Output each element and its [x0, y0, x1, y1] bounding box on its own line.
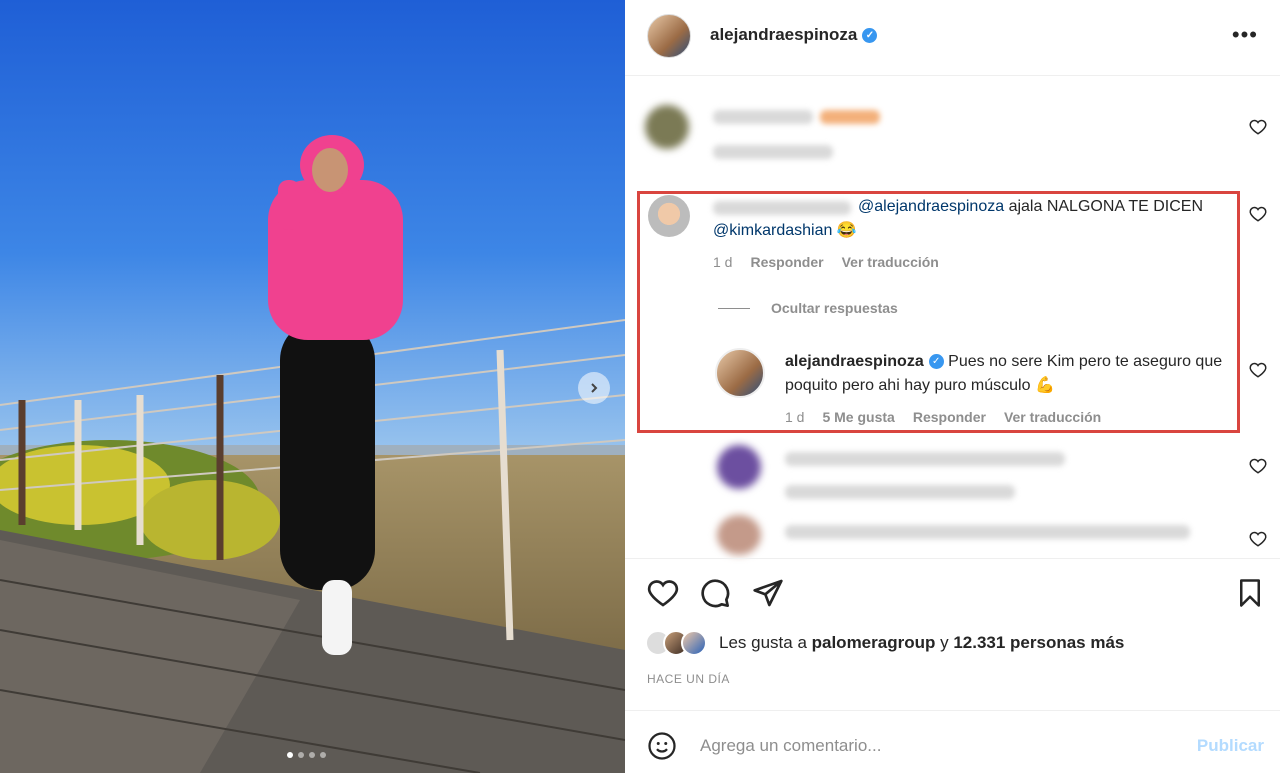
verified-badge-icon: ✓	[862, 28, 878, 44]
post-timestamp[interactable]: HACE UN DÍA	[647, 672, 730, 686]
comment-bubble-icon[interactable]	[699, 577, 731, 609]
like-heart-icon[interactable]	[647, 577, 679, 609]
liker-username[interactable]: palomeragroup	[812, 633, 936, 653]
blurred-comment-text	[713, 110, 813, 124]
blurred-commenter-avatar	[717, 445, 761, 489]
save-bookmark-icon[interactable]	[1235, 577, 1265, 609]
carousel-dot	[309, 752, 315, 758]
carousel-dot	[287, 752, 293, 758]
comment-like-heart-icon[interactable]	[1249, 530, 1267, 548]
comment-input[interactable]: Agrega un comentario...	[700, 736, 881, 756]
publish-button[interactable]: Publicar	[1197, 736, 1264, 756]
blurred-comment-text	[785, 452, 1065, 466]
carousel-indicator	[287, 752, 326, 758]
chevron-right-icon	[591, 383, 598, 393]
blurred-comment-meta	[713, 145, 833, 159]
emoji-smiley-icon[interactable]	[647, 731, 677, 761]
author-username-text[interactable]: alejandraespinoza	[710, 25, 857, 44]
blurred-comment-text	[785, 525, 1190, 539]
liker-avatar	[681, 630, 707, 656]
blurred-comment-meta	[785, 485, 1015, 499]
comment-like-heart-icon[interactable]	[1249, 118, 1267, 136]
add-comment-bar: Agrega un comentario... Publicar	[625, 710, 1280, 774]
blurred-commenter-avatar	[717, 515, 761, 555]
likes-summary[interactable]: Les gusta a palomeragroup y 12.331 perso…	[645, 630, 1124, 656]
comment-like-heart-icon[interactable]	[1249, 457, 1267, 475]
more-options-icon[interactable]: •••	[1232, 22, 1258, 48]
carousel-next-button[interactable]	[578, 372, 610, 404]
likes-count[interactable]: 12.331 personas más	[953, 633, 1124, 653]
carousel-dot	[298, 752, 304, 758]
post-actions-bar	[625, 558, 1280, 629]
post-photo[interactable]	[0, 0, 625, 773]
carousel-dot	[320, 752, 326, 758]
comment-like-heart-icon[interactable]	[1249, 205, 1267, 223]
share-paper-plane-icon[interactable]	[752, 577, 784, 609]
author-avatar[interactable]	[647, 14, 691, 58]
likes-middle: y	[935, 633, 954, 652]
reply-like-heart-icon[interactable]	[1249, 361, 1267, 379]
blurred-comment-emoji	[820, 110, 880, 124]
annotation-highlight-box	[637, 191, 1240, 433]
author-username[interactable]: alejandraespinoza ✓	[710, 25, 878, 45]
likes-prefix: Les gusta a	[719, 633, 812, 652]
blurred-commenter-avatar	[645, 105, 689, 149]
photo-illustration	[0, 0, 625, 773]
post-header: alejandraespinoza ✓ •••	[625, 0, 1280, 76]
